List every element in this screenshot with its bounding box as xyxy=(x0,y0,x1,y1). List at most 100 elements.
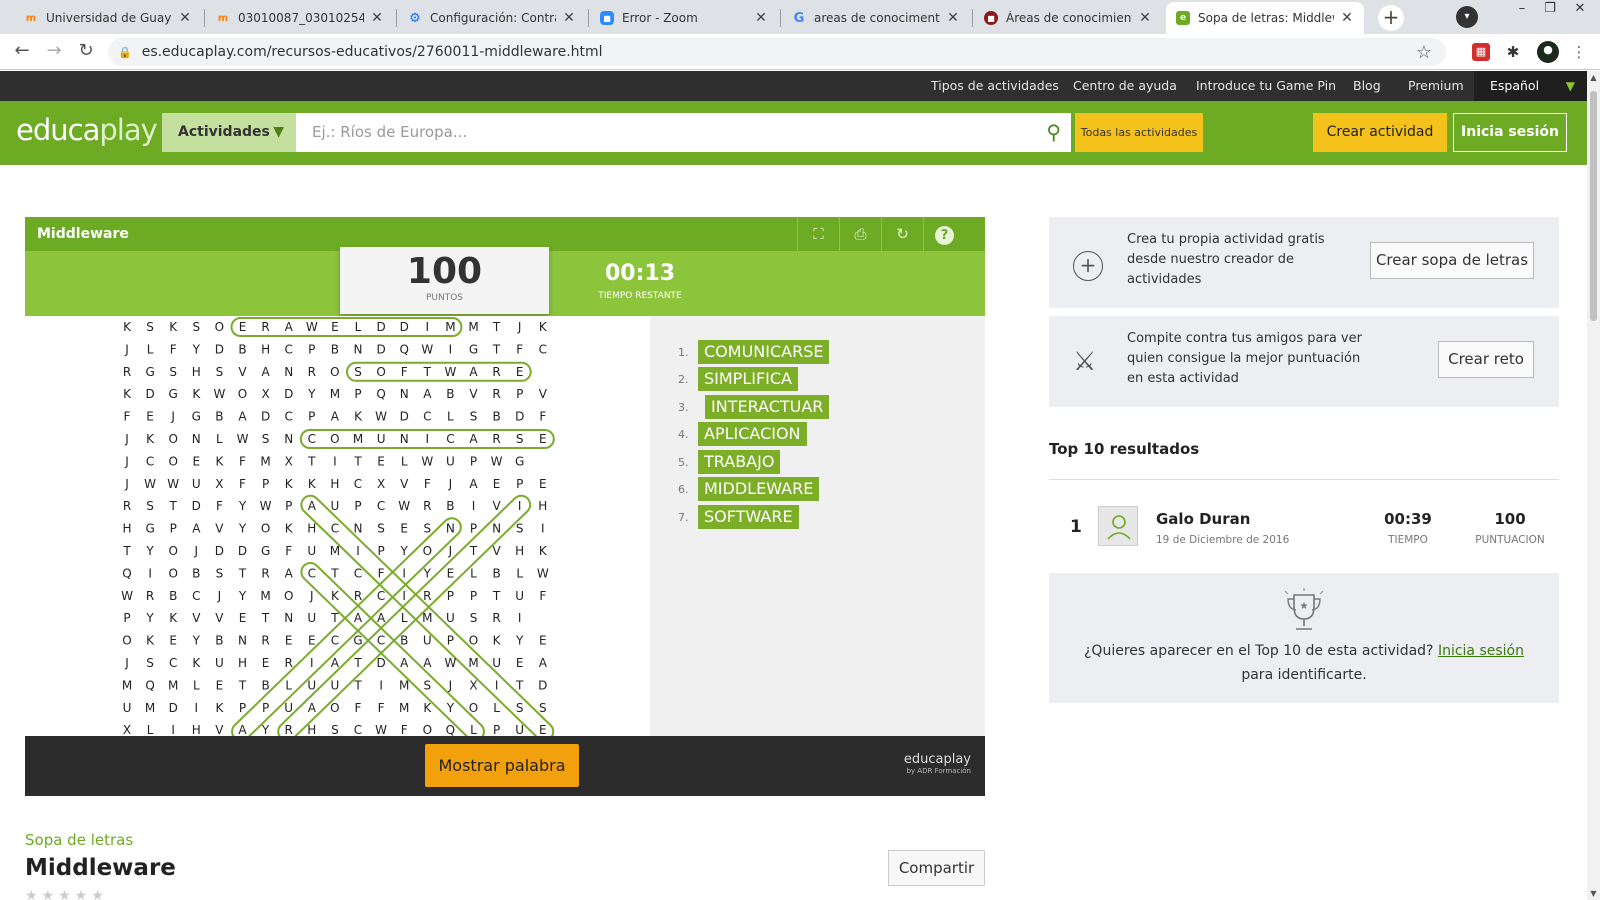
grid-letter[interactable]: C xyxy=(285,410,293,424)
grid-letter[interactable]: U xyxy=(515,723,524,736)
grid-letter[interactable]: T xyxy=(307,454,316,468)
grid-letter[interactable]: L xyxy=(193,678,200,692)
grid-letter[interactable]: P xyxy=(262,701,269,715)
grid-letter[interactable]: O xyxy=(238,387,247,401)
grid-letter[interactable]: M xyxy=(468,320,478,334)
share-button[interactable]: Compartir xyxy=(888,850,985,886)
grid-letter[interactable]: E xyxy=(539,477,547,491)
grid-letter[interactable]: E xyxy=(193,454,201,468)
create-challenge-button[interactable]: Crear reto xyxy=(1438,341,1534,378)
grid-letter[interactable]: P xyxy=(470,454,477,468)
grid-letter[interactable]: C xyxy=(377,634,385,648)
grid-letter[interactable]: I xyxy=(333,454,337,468)
grid-letter[interactable]: K xyxy=(354,410,363,424)
cta-login-link[interactable]: Inicia sesión xyxy=(1438,643,1524,659)
grid-letter[interactable]: V xyxy=(492,544,501,558)
grid-letter[interactable]: D xyxy=(192,499,201,513)
grid-letter[interactable]: Y xyxy=(192,342,201,356)
login-button[interactable]: Inicia sesión xyxy=(1453,113,1567,152)
grid-letter[interactable]: G xyxy=(145,522,154,536)
grid-letter[interactable]: T xyxy=(515,678,524,692)
grid-letter[interactable]: A xyxy=(354,611,363,625)
grid-letter[interactable]: D xyxy=(145,387,154,401)
browser-tab[interactable]: m 03010087_03010254_030 ✕ xyxy=(206,2,394,34)
new-tab-button[interactable]: + xyxy=(1378,5,1404,31)
grid-letter[interactable]: X xyxy=(469,678,477,692)
grid-letter[interactable]: S xyxy=(331,723,339,736)
grid-letter[interactable]: J xyxy=(124,432,129,446)
grid-letter[interactable]: C xyxy=(354,477,362,491)
grid-letter[interactable]: M xyxy=(145,701,155,715)
grid-letter[interactable]: V xyxy=(192,611,201,625)
grid-letter[interactable]: K xyxy=(169,611,178,625)
grid-letter[interactable]: O xyxy=(215,320,224,334)
grid-letter[interactable]: I xyxy=(402,566,406,580)
grid-letter[interactable]: E xyxy=(285,634,293,648)
language-selector[interactable]: Español ▼ xyxy=(1474,71,1587,101)
grid-letter[interactable]: U xyxy=(515,589,524,603)
grid-letter[interactable]: B xyxy=(238,342,246,356)
grid-letter[interactable]: G xyxy=(469,342,478,356)
grid-letter[interactable]: P xyxy=(354,387,361,401)
grid-letter[interactable]: I xyxy=(426,320,430,334)
grid-letter[interactable]: Y xyxy=(145,611,154,625)
grid-letter[interactable]: S xyxy=(146,656,154,670)
url-bar[interactable]: 🔒 es.educaplay.com/recursos-educativos/2… xyxy=(108,38,1446,66)
grid-letter[interactable]: Y xyxy=(400,544,409,558)
grid-letter[interactable]: V xyxy=(215,611,224,625)
grid-letter[interactable]: J xyxy=(309,589,314,603)
scroll-down-icon[interactable]: ▼ xyxy=(1587,889,1600,898)
grid-letter[interactable]: O xyxy=(168,454,177,468)
activities-dropdown[interactable]: Actividades ▼ xyxy=(162,113,296,152)
grid-letter[interactable]: T xyxy=(330,611,339,625)
grid-letter[interactable]: N xyxy=(284,365,293,379)
grid-letter[interactable]: K xyxy=(146,634,155,648)
close-tab-icon[interactable]: ✕ xyxy=(1340,10,1354,26)
grid-letter[interactable]: K xyxy=(123,387,132,401)
grid-letter[interactable]: D xyxy=(284,387,293,401)
letter-grid-canvas[interactable]: K S K S O E R A W E L D D I M M T J KJ L F Y D B H C P B N D Q W I G T F CR G… xyxy=(25,316,650,736)
minimize-icon[interactable]: – xyxy=(1508,0,1536,20)
grid-letter[interactable]: H xyxy=(192,365,201,379)
extension-icon[interactable]: ▦ xyxy=(1472,43,1490,61)
grid-letter[interactable]: W xyxy=(421,454,433,468)
grid-letter[interactable]: I xyxy=(195,701,199,715)
grid-letter[interactable]: I xyxy=(426,432,430,446)
grid-letter[interactable]: Q xyxy=(122,566,131,580)
grid-letter[interactable]: F xyxy=(539,589,546,603)
grid-letter[interactable]: M xyxy=(353,432,363,446)
browser-tab[interactable]: m Universidad de Guayaqu ✕ xyxy=(14,2,202,34)
grid-letter[interactable]: C xyxy=(423,410,431,424)
grid-letter[interactable]: S xyxy=(146,320,154,334)
grid-letter[interactable]: F xyxy=(516,342,523,356)
grid-letter[interactable]: V xyxy=(215,522,224,536)
grid-letter[interactable]: U xyxy=(307,611,316,625)
grid-letter[interactable]: D xyxy=(215,342,224,356)
grid-letter[interactable]: I xyxy=(449,342,453,356)
grid-letter[interactable]: N xyxy=(354,522,363,536)
grid-letter[interactable]: J xyxy=(217,589,222,603)
grid-letter[interactable]: L xyxy=(285,678,292,692)
grid-letter[interactable]: M xyxy=(168,678,178,692)
grid-letter[interactable]: Y xyxy=(423,566,432,580)
grid-letter[interactable]: J xyxy=(448,544,453,558)
grid-letter[interactable]: L xyxy=(493,701,500,715)
grid-letter[interactable]: W xyxy=(491,454,503,468)
grid-letter[interactable]: K xyxy=(192,387,201,401)
grid-letter[interactable]: A xyxy=(423,656,432,670)
grid-letter[interactable]: K xyxy=(123,320,132,334)
grid-letter[interactable]: I xyxy=(518,499,522,513)
grid-letter[interactable]: S xyxy=(516,522,524,536)
grid-letter[interactable]: S xyxy=(169,365,177,379)
help-icon[interactable]: ? xyxy=(923,217,965,251)
grid-letter[interactable]: V xyxy=(215,723,224,736)
grid-letter[interactable]: D xyxy=(376,342,385,356)
grid-letter[interactable]: K xyxy=(423,701,432,715)
grid-letter[interactable]: S xyxy=(516,432,524,446)
print-icon[interactable]: ⎙ xyxy=(839,217,881,251)
grid-letter[interactable]: T xyxy=(492,320,501,334)
grid-letter[interactable]: E xyxy=(516,656,524,670)
grid-letter[interactable]: P xyxy=(285,499,292,513)
grid-letter[interactable]: P xyxy=(447,634,454,648)
grid-letter[interactable]: M xyxy=(330,544,340,558)
